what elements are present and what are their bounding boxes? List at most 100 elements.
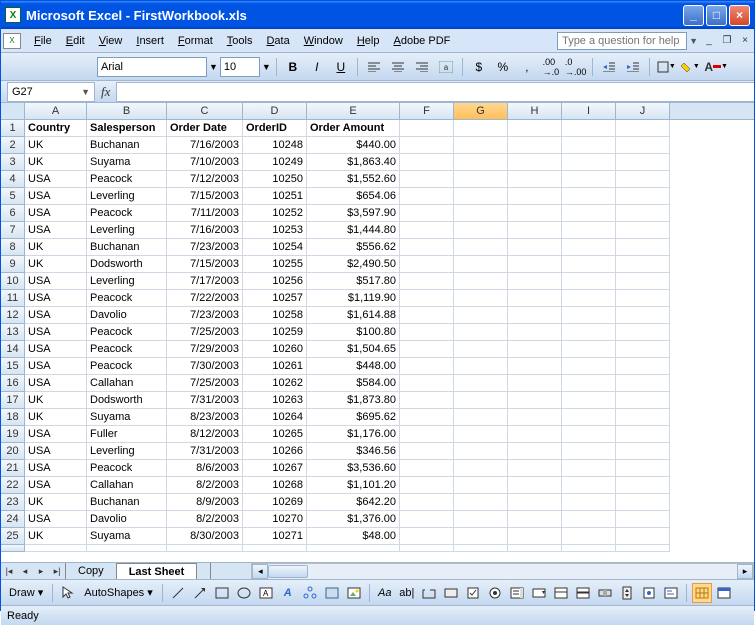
increase-indent-button[interactable]	[622, 56, 644, 78]
cell[interactable]: UK	[25, 392, 87, 409]
cell[interactable]: $3,536.60	[307, 460, 400, 477]
decrease-indent-button[interactable]	[598, 56, 620, 78]
cell[interactable]: 10260	[243, 341, 307, 358]
cell[interactable]: Peacock	[87, 324, 167, 341]
spreadsheet-grid[interactable]: ABCDEFGHIJ 1CountrySalespersonOrder Date…	[1, 103, 754, 579]
menu-help[interactable]: Help	[350, 33, 387, 49]
minimize-button[interactable]: _	[683, 5, 704, 26]
cell[interactable]	[616, 188, 670, 205]
font-size-select[interactable]	[220, 57, 260, 77]
cell[interactable]	[508, 290, 562, 307]
cell[interactable]: $1,863.40	[307, 154, 400, 171]
scroll-left-button[interactable]: ◂	[252, 564, 268, 579]
cell[interactable]	[400, 188, 454, 205]
button-form-icon[interactable]	[441, 583, 461, 603]
cell[interactable]: $3,597.90	[307, 205, 400, 222]
formula-input[interactable]	[116, 82, 754, 102]
cell[interactable]	[562, 443, 616, 460]
cell[interactable]	[616, 375, 670, 392]
decrease-decimal-button[interactable]: .0→.00	[564, 56, 588, 78]
cell[interactable]: Peacock	[87, 205, 167, 222]
cell[interactable]	[616, 443, 670, 460]
cell[interactable]	[508, 239, 562, 256]
merge-center-button[interactable]: a	[435, 56, 457, 78]
row-header[interactable]: 16	[1, 375, 25, 392]
cell[interactable]: 10254	[243, 239, 307, 256]
cell[interactable]	[400, 239, 454, 256]
cell[interactable]: 7/23/2003	[167, 307, 243, 324]
excel-doc-icon[interactable]: X	[3, 33, 21, 49]
cell[interactable]	[616, 460, 670, 477]
cell[interactable]: 7/23/2003	[167, 239, 243, 256]
row-header[interactable]: 7	[1, 222, 25, 239]
cell[interactable]	[562, 324, 616, 341]
cell[interactable]: UK	[25, 528, 87, 545]
cell[interactable]	[454, 443, 508, 460]
cell[interactable]: $1,873.80	[307, 392, 400, 409]
menu-window[interactable]: Window	[297, 33, 350, 49]
cell[interactable]: USA	[25, 477, 87, 494]
cell[interactable]	[616, 341, 670, 358]
cell[interactable]: $100.80	[307, 324, 400, 341]
cell[interactable]	[454, 171, 508, 188]
cell[interactable]	[508, 477, 562, 494]
cell[interactable]: USA	[25, 222, 87, 239]
row-header[interactable]: 4	[1, 171, 25, 188]
properties-form-icon[interactable]	[639, 583, 659, 603]
cell[interactable]: 7/31/2003	[167, 443, 243, 460]
spinner-form-icon[interactable]	[617, 583, 637, 603]
cell[interactable]	[508, 256, 562, 273]
row-header[interactable]: 12	[1, 307, 25, 324]
draw-menu[interactable]: Draw ▾	[5, 586, 47, 599]
bold-button[interactable]: B	[282, 56, 304, 78]
cell[interactable]	[454, 477, 508, 494]
row-header[interactable]: 6	[1, 205, 25, 222]
col-header-G[interactable]: G	[454, 103, 508, 119]
line-icon[interactable]	[168, 583, 188, 603]
cell[interactable]	[454, 154, 508, 171]
row-header[interactable]: 2	[1, 137, 25, 154]
row-header[interactable]: 3	[1, 154, 25, 171]
checkbox-form-icon[interactable]	[463, 583, 483, 603]
oval-icon[interactable]	[234, 583, 254, 603]
cell[interactable]	[400, 222, 454, 239]
cell[interactable]	[454, 392, 508, 409]
cell[interactable]: 10263	[243, 392, 307, 409]
cell[interactable]: Callahan	[87, 477, 167, 494]
row-header[interactable]: 5	[1, 188, 25, 205]
cell[interactable]: 8/12/2003	[167, 426, 243, 443]
cell[interactable]: USA	[25, 290, 87, 307]
cell[interactable]	[508, 494, 562, 511]
cell[interactable]: Suyama	[87, 154, 167, 171]
cell[interactable]: 7/31/2003	[167, 392, 243, 409]
cell[interactable]	[508, 375, 562, 392]
combo-drop-form-icon[interactable]	[573, 583, 593, 603]
cell[interactable]: 8/2/2003	[167, 477, 243, 494]
cell[interactable]: Davolio	[87, 511, 167, 528]
listbox-form-icon[interactable]	[507, 583, 527, 603]
cell[interactable]: $517.80	[307, 273, 400, 290]
cell[interactable]: 10258	[243, 307, 307, 324]
cell[interactable]: USA	[25, 307, 87, 324]
cell[interactable]	[562, 256, 616, 273]
row-header[interactable]: 20	[1, 443, 25, 460]
cell[interactable]	[400, 477, 454, 494]
row-header[interactable]: 24	[1, 511, 25, 528]
row-header[interactable]: 25	[1, 528, 25, 545]
cell[interactable]: Leverling	[87, 443, 167, 460]
cell[interactable]	[562, 188, 616, 205]
cell[interactable]: 10271	[243, 528, 307, 545]
cell[interactable]	[508, 409, 562, 426]
cell[interactable]	[400, 409, 454, 426]
cell[interactable]: Country	[25, 120, 87, 137]
cell[interactable]	[400, 460, 454, 477]
cell[interactable]: Dodsworth	[87, 392, 167, 409]
cell[interactable]	[562, 239, 616, 256]
cell[interactable]: $1,119.90	[307, 290, 400, 307]
cell[interactable]	[454, 511, 508, 528]
cell[interactable]	[616, 494, 670, 511]
cell[interactable]	[562, 375, 616, 392]
cell[interactable]: Suyama	[87, 528, 167, 545]
cell[interactable]: Davolio	[87, 307, 167, 324]
cell[interactable]: USA	[25, 205, 87, 222]
